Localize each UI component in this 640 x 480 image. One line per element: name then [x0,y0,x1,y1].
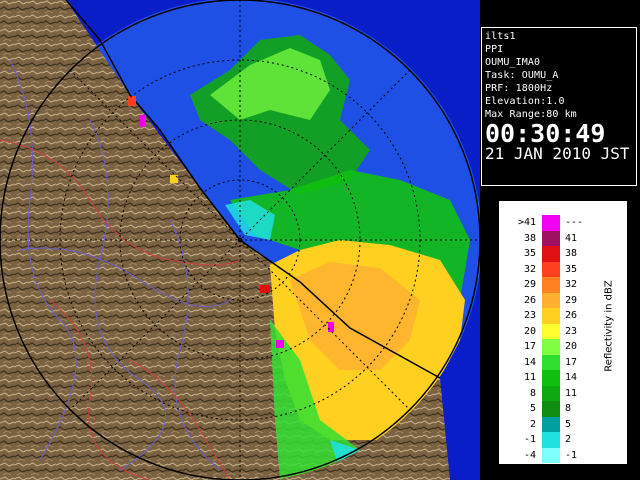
radar-site-marker [237,237,243,243]
legend-color-swatch [542,447,560,463]
legend-row: 11 14 [509,370,599,386]
scan-time: 00:30:49 [485,119,606,148]
legend-row: -4 -1 [509,447,599,463]
legend-high-value: 38 [565,248,578,259]
legend-high-value: 41 [565,232,578,244]
legend-low-value: 5 [529,403,536,414]
legend-row: 38 41 [509,230,599,246]
legend-low-value: 20 [523,325,536,337]
legend-high-value: 35 [565,263,578,275]
legend-high-value: 23 [565,325,578,337]
legend-row: 26 29 [509,292,599,308]
legend-high-value: -1 [565,449,578,461]
radar-map-canvas [0,0,480,480]
legend-color-swatch [542,261,560,277]
legend-title: Reflectivity in dBZ [599,221,619,431]
legend-color-swatch [542,323,560,339]
legend-row: 23 26 [509,308,599,324]
info-scan-type: PPI [485,44,504,55]
legend-low-value: 17 [523,341,536,352]
legend-color-swatch [542,370,560,386]
legend-row: 20 23 [509,323,599,339]
legend-row: 32 35 [509,261,599,277]
info-prf: PRF: 1800Hz [485,83,553,94]
legend-rows: >41 --- 38 41 35 38 32 35 29 32 26 29 23 26 20 23 17 20 14… [509,215,599,463]
legend-color-swatch [542,246,560,262]
legend-low-value: -4 [523,449,536,461]
legend-color-swatch [542,354,560,370]
legend-color-swatch [542,401,560,417]
legend-low-value: 32 [523,263,536,275]
legend-low-value: 38 [523,232,536,244]
legend-color-swatch [542,339,560,355]
legend-high-value: --- [565,217,584,228]
legend-row: 35 38 [509,246,599,262]
legend-low-value: 29 [523,279,536,290]
legend-row: 29 32 [509,277,599,293]
legend-row: 58 [509,401,599,417]
legend-low-value: 14 [523,356,536,368]
legend-high-value: 2 [565,434,572,445]
legend-color-swatch [542,432,560,448]
legend-high-value: 32 [565,279,578,290]
legend-color-swatch [542,416,560,432]
legend-high-value: 29 [565,294,578,306]
legend-low-value: >41 [517,217,536,228]
legend-high-value: 14 [565,372,578,383]
legend-row: >41 --- [509,215,599,231]
legend-row: 8 11 [509,385,599,401]
scan-info-panel: ilts1 PPI OUMU_IMA0 Task: OUMU_A PRF: 18… [481,27,637,186]
legend-color-swatch [542,230,560,246]
reflectivity-legend: >41 --- 38 41 35 38 32 35 29 32 26 29 23 26 20 23 17 20 14… [498,200,628,465]
legend-high-value: 20 [565,341,578,352]
info-elevation: Elevation:1.0 [485,96,565,107]
legend-low-value: 11 [523,372,536,383]
legend-low-value: 23 [523,310,536,321]
legend-color-swatch [542,308,560,324]
legend-high-value: 17 [565,356,578,368]
legend-color-swatch [542,215,560,231]
legend-low-value: 35 [523,248,536,259]
legend-low-value: 2 [529,418,536,430]
legend-low-value: 26 [523,294,536,306]
legend-color-swatch [542,292,560,308]
legend-color-swatch [542,385,560,401]
info-radar-name: ilts1 [485,31,516,42]
scan-date: 21 JAN 2010 JST [485,144,630,163]
legend-row: 25 [509,416,599,432]
legend-high-value: 8 [565,403,572,414]
legend-row: -1 2 [509,432,599,448]
legend-high-value: 5 [565,418,572,430]
legend-high-value: 26 [565,310,578,321]
legend-high-value: 11 [565,387,578,399]
info-task: Task: OUMU_A [485,70,559,81]
legend-low-value: 8 [529,387,536,399]
legend-row: 14 17 [509,354,599,370]
legend-row: 17 20 [509,339,599,355]
legend-low-value: -1 [523,434,536,445]
radar-ppi-map[interactable] [0,0,480,480]
legend-title-text: Reflectivity in dBZ [603,280,615,372]
legend-color-swatch [542,277,560,293]
info-station: OUMU_IMA0 [485,57,541,68]
